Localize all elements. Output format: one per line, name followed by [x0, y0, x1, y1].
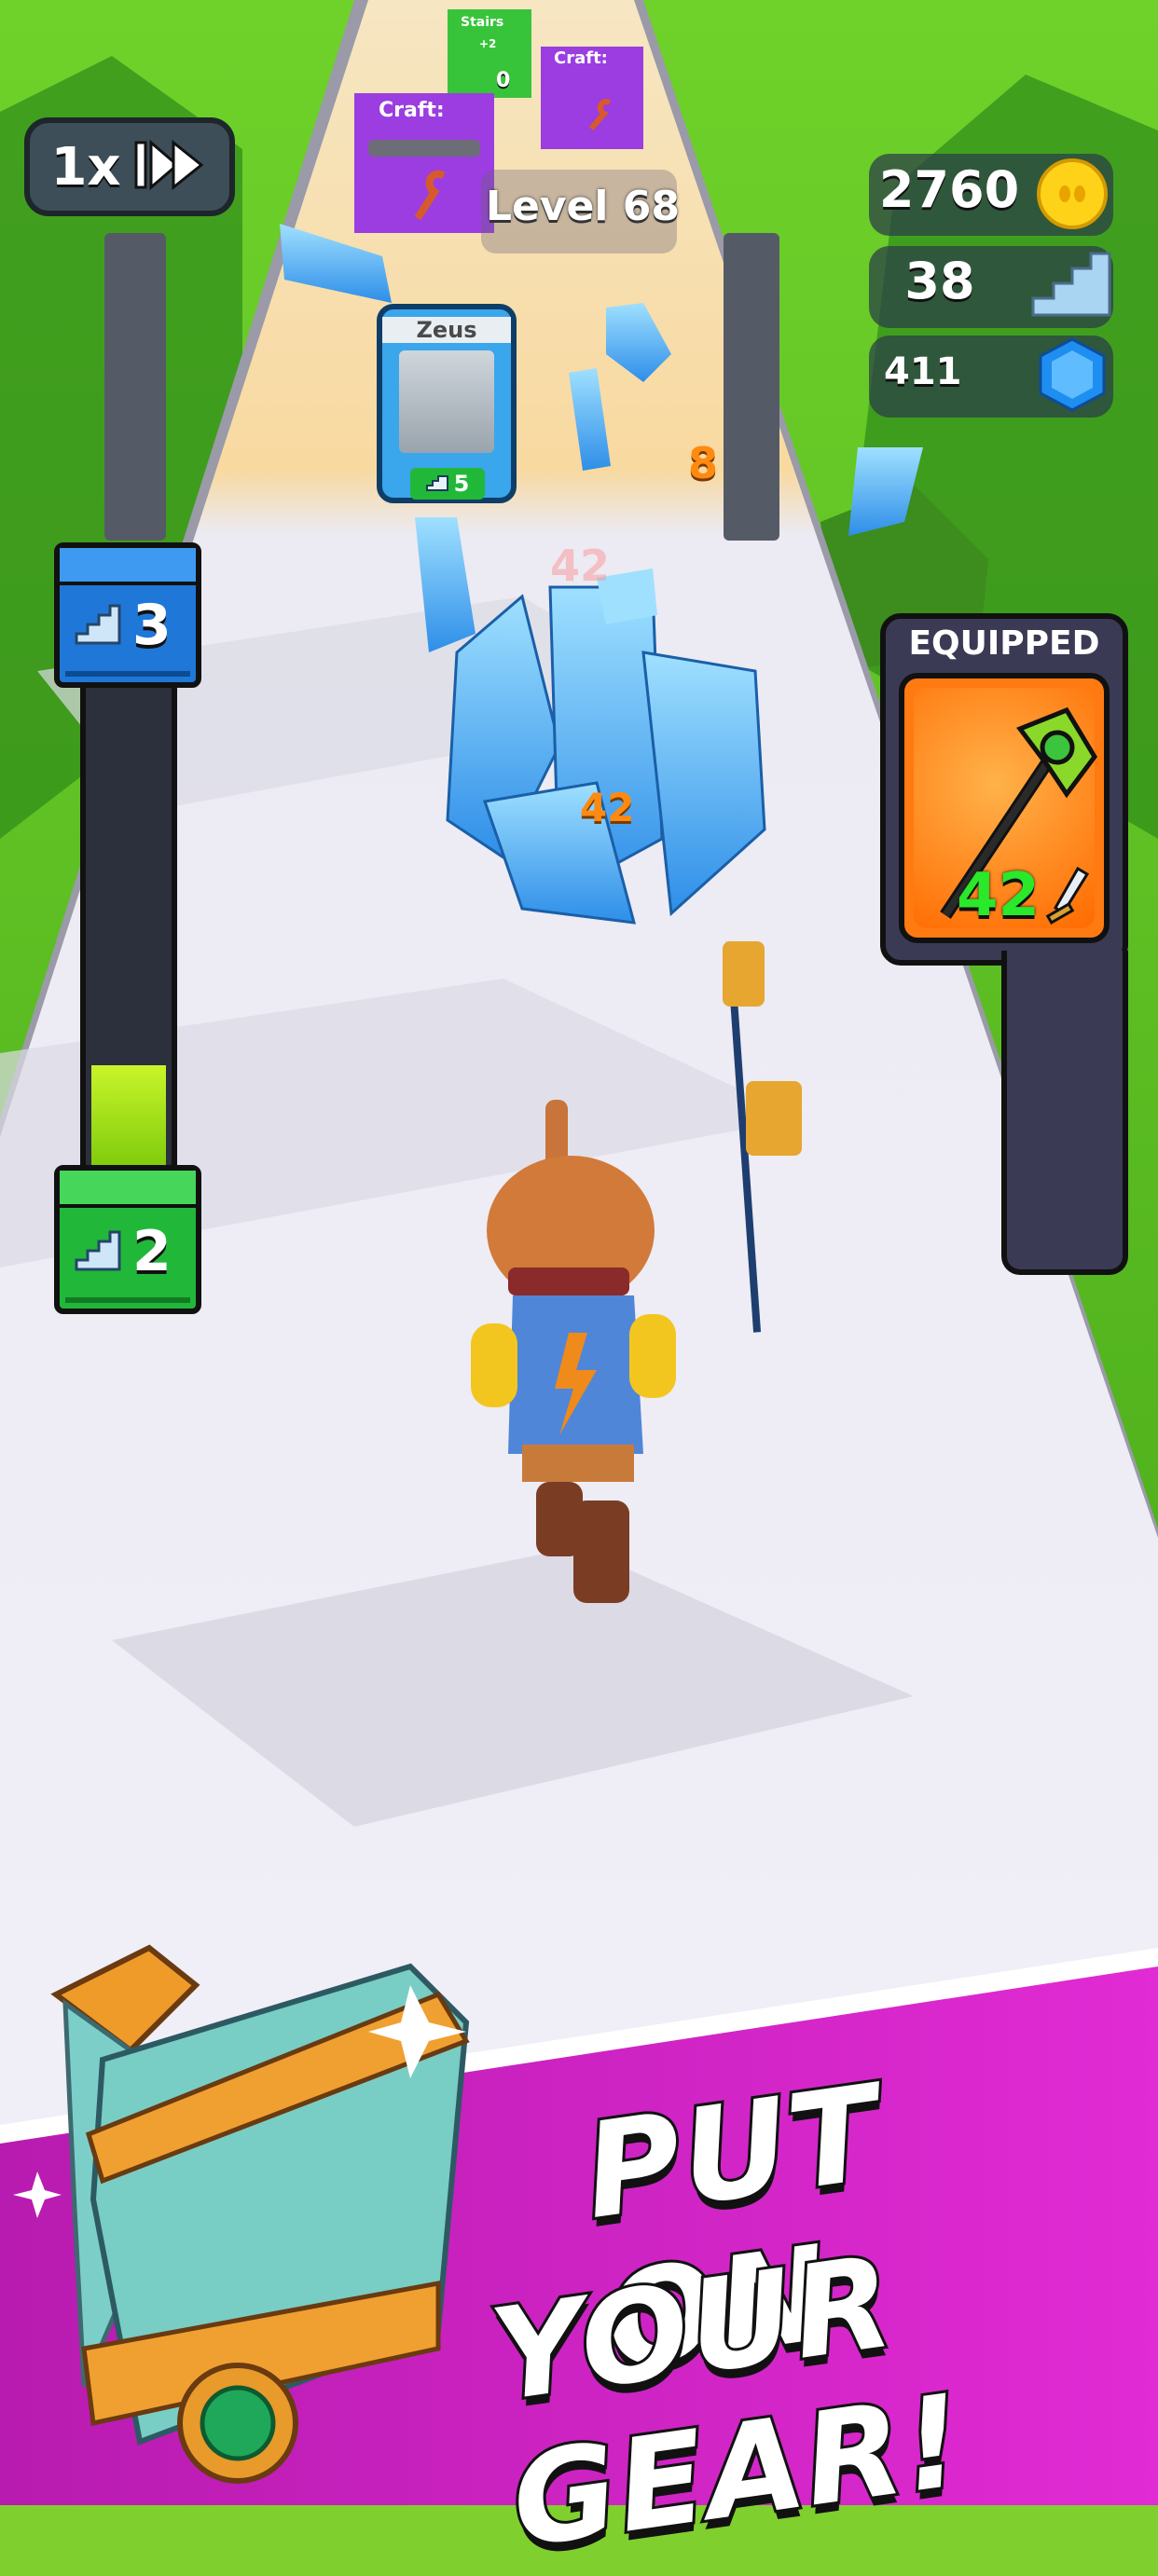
- equipped-slot-extension: [1001, 951, 1128, 1275]
- zeus-card: Zeus 5: [377, 304, 517, 503]
- craft-gate-left: Craft:: [354, 93, 494, 233]
- zeus-card-name: Zeus: [382, 317, 511, 343]
- progress-target-box: 3: [54, 542, 201, 688]
- zeus-cost-badge: 5: [410, 468, 485, 500]
- sword-icon: [1044, 865, 1091, 934]
- equipped-power: 42: [957, 861, 1041, 930]
- stairs-icon: [75, 1228, 121, 1275]
- progress-target-value: 3: [132, 593, 172, 658]
- stairs-count: 38: [904, 252, 975, 310]
- stairs-icon: [425, 473, 448, 495]
- craft-gate-right-label: Craft:: [554, 48, 608, 68]
- zeus-cost: 5: [453, 471, 470, 497]
- progress-fill: [91, 1065, 166, 1174]
- fast-forward-icon: [134, 137, 209, 197]
- stairs-icon: [1029, 246, 1113, 324]
- craft-gate-left-label: Craft:: [379, 99, 445, 122]
- equipped-panel[interactable]: EQUIPPED 42: [880, 613, 1128, 966]
- zeus-portrait: [399, 350, 494, 453]
- level-label: Level 68: [485, 183, 681, 230]
- gem-count: 411: [884, 350, 962, 393]
- coin-icon: [1037, 158, 1108, 229]
- speed-label: 1x: [50, 136, 121, 198]
- gem-icon: [1037, 336, 1108, 418]
- equipped-item-card[interactable]: 42: [899, 673, 1110, 943]
- crystal-ghost-hp: 42: [550, 541, 611, 591]
- progress-current-value: 2: [132, 1219, 172, 1284]
- speed-button[interactable]: 1x: [24, 117, 235, 216]
- stairs-gate-count: 0: [496, 69, 511, 92]
- stairs-gate-bonus: +2: [479, 37, 497, 50]
- crystal-hp: 42: [580, 785, 635, 830]
- progress-current-box: 2: [54, 1165, 201, 1314]
- equipped-title: EQUIPPED: [908, 624, 1100, 663]
- stairs-icon: [75, 602, 121, 649]
- floating-damage-number: 8: [688, 438, 719, 488]
- scroll-icon: [407, 168, 453, 227]
- scroll-icon: [582, 97, 619, 138]
- stairs-gate-label: Stairs: [461, 15, 504, 30]
- coin-count: 2760: [878, 160, 1020, 219]
- craft-gate-right: Craft:: [541, 45, 643, 147]
- stairs-gate: Stairs +2 0: [448, 9, 531, 93]
